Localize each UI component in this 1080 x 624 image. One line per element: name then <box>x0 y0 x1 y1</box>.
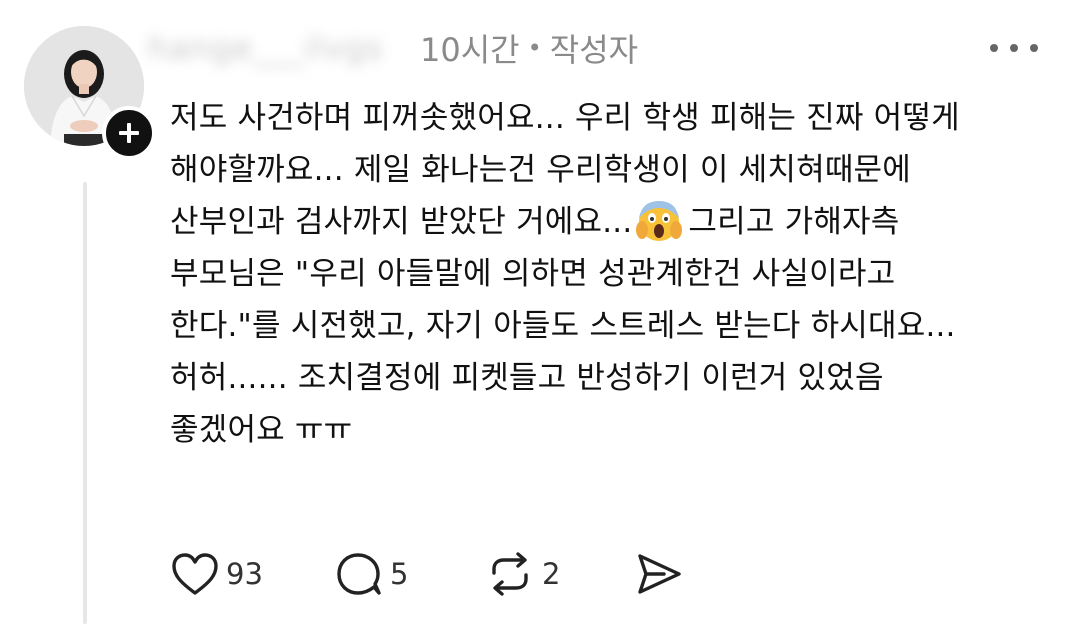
body-line: 저도 사건하며 피꺼솟했어요... 우리 학생 피해는 진짜 어떻게 <box>170 100 960 136</box>
more-horizontal-icon <box>990 44 1038 52</box>
body-line: 해야할까요... 제일 화나는건 우리학생이 이 세치혀때문에 <box>170 152 911 188</box>
action-bar: 93 5 2 <box>170 546 694 602</box>
share-button[interactable] <box>634 546 694 602</box>
body-line: 한다."를 시전했고, 자기 아들도 스트레스 받는다 하시대요... <box>170 308 956 344</box>
reply-count: 5 <box>390 557 409 591</box>
body-line: 허허...... 조치결정에 피켓들고 반성하기 이런거 있었음 <box>170 360 884 396</box>
avatar-container <box>24 26 156 160</box>
follow-button[interactable] <box>102 106 156 160</box>
like-button[interactable]: 93 <box>170 546 320 602</box>
body-text-segment: 산부인과 검사까지 받았단 거에요... <box>170 204 633 240</box>
send-icon <box>638 554 681 594</box>
username[interactable]: hange___ilvgs <box>148 29 406 67</box>
thread-line <box>83 182 87 624</box>
repost-icon <box>492 552 528 596</box>
heart-icon <box>172 553 218 595</box>
body-text-segment: 그리고 가해자측 <box>688 204 900 240</box>
comment-icon <box>337 553 381 595</box>
body-line-with-emoji: 산부인과 검사까지 받았단 거에요... 그리고 가해자측 <box>170 196 1060 248</box>
post-body: 저도 사건하며 피꺼솟했어요... 우리 학생 피해는 진짜 어떻게 해야할까요… <box>170 92 1060 456</box>
body-line: 좋겠어요 ㅠㅠ <box>170 412 353 448</box>
author-tag: 작성자 <box>549 31 639 69</box>
face-screaming-in-fear-icon <box>636 198 683 244</box>
repost-count: 2 <box>542 557 561 591</box>
reply-button[interactable]: 5 <box>334 546 484 602</box>
more-options-button[interactable] <box>986 34 1042 62</box>
plus-icon <box>119 123 139 143</box>
body-line: 부모님은 "우리 아들말에 의하면 성관계한건 사실이라고 <box>170 256 896 292</box>
separator-dot: • <box>527 34 542 62</box>
like-count: 93 <box>226 557 263 591</box>
repost-button[interactable]: 2 <box>484 546 634 602</box>
post-header: hange___ilvgs 10시간 • 작성자 <box>148 22 638 74</box>
timestamp: 10시간 <box>420 31 520 69</box>
thread-post: hange___ilvgs 10시간 • 작성자 저도 사건하며 피꺼솟했어요.… <box>0 0 1080 624</box>
